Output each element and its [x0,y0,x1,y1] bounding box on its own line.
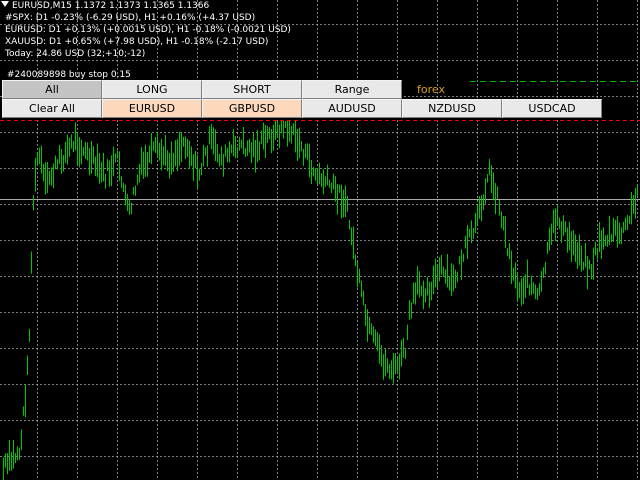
symbol-eurusd-button[interactable]: EURUSD [102,99,202,118]
filter-range-button[interactable]: Range [302,80,402,99]
spx-change-line: #SPX: D1 -0.23% (-6.29 USD), H1 +0.16% (… [5,13,256,23]
symbol-usdcad-button[interactable]: USDCAD [502,99,602,118]
chart-title-text: EURUSD,M15 1.1372 1.1373 1.1365 1.1366 [12,1,210,11]
filter-long-button[interactable]: LONG [102,80,202,99]
symbol-gbpusd-button[interactable]: GBPUSD [202,99,302,118]
filter-short-button[interactable]: SHORT [202,80,302,99]
filter-all-button[interactable]: All [2,80,102,99]
eurusd-change-line: EURUSD: D1 +0.13% (+0.0015 USD), H1 -0.1… [5,25,291,35]
symbol-audusd-button[interactable]: AUDUSD [302,99,402,118]
forex-label: forex [417,83,445,96]
symbol-nzdusd-button[interactable]: NZDUSD [402,99,502,118]
today-profit-line: Today: 24.86 USD (32;+10;-12) [5,49,146,59]
dropdown-triangle-icon [1,1,9,7]
xauusd-change-line: XAUUSD: D1 +0.65% (+7.98 USD), H1 -0.18%… [5,37,269,47]
chart-info-panel: EURUSD,M15 1.1372 1.1373 1.1365 1.1366 #… [0,0,420,60]
clear-all-button[interactable]: Clear All [2,99,102,118]
chart-title: EURUSD,M15 1.1372 1.1373 1.1365 1.1366 [0,0,420,12]
